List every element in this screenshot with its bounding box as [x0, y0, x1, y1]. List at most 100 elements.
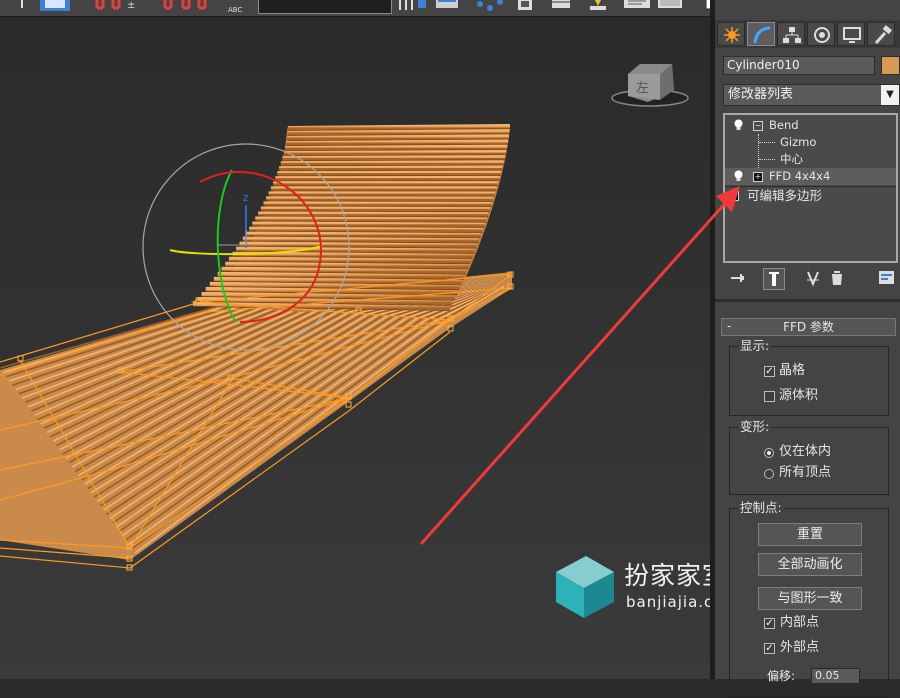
abc-label: ABC	[228, 6, 242, 14]
stack-toolbar	[723, 266, 900, 292]
object-color-swatch[interactable]	[881, 56, 900, 75]
sun-icon	[722, 25, 742, 45]
viewcube-face-label: 左	[636, 81, 649, 96]
backrest-slat	[287, 136, 509, 138]
tab-modify[interactable]	[747, 22, 775, 46]
backrest-slat	[285, 147, 507, 148]
all-vertices-radio[interactable]	[764, 469, 774, 479]
backrest-slat	[246, 234, 481, 236]
tab-display[interactable]	[837, 22, 865, 46]
rollout-ffd-parameters[interactable]: - FFD 参数	[721, 318, 896, 336]
select-tool-icon[interactable]	[18, 0, 26, 12]
offset-label: 偏移:	[767, 667, 795, 684]
stack-subitem-label: Gizmo	[780, 134, 816, 151]
stack-subitem-label: 中心	[780, 151, 803, 168]
stack-item-ffd[interactable]: + FFD 4x4x4	[725, 168, 896, 185]
animate-all-button[interactable]: 全部动画化	[758, 553, 862, 576]
configure-modifier-sets-icon[interactable]	[877, 268, 897, 288]
backrest-slat	[229, 259, 470, 261]
tab-utilities[interactable]	[867, 22, 895, 46]
motion-icon	[812, 25, 832, 45]
render-setup-icon[interactable]	[552, 0, 572, 12]
backrest-slat	[284, 152, 506, 153]
all-vertices-label: 所有顶点	[779, 464, 831, 482]
inside-points-checkbox[interactable]: ✓	[764, 618, 775, 629]
make-unique-icon[interactable]	[805, 268, 825, 288]
render-icon[interactable]	[624, 0, 652, 12]
backrest-slat	[261, 208, 490, 209]
activeshade-icon[interactable]	[658, 0, 684, 12]
backrest-slat	[282, 157, 505, 158]
tab-motion[interactable]	[807, 22, 835, 46]
spinner-snap-icon[interactable]: ABC	[228, 0, 248, 14]
backrest-slat	[264, 203, 492, 204]
backrest-slat	[236, 249, 475, 251]
hammer-icon	[872, 25, 892, 45]
remove-modifier-icon[interactable]	[827, 268, 847, 288]
stack-item-center[interactable]: 中心	[725, 151, 896, 168]
only-in-volume-label: 仅在体内	[779, 443, 831, 461]
group-label: 控制点:	[738, 500, 784, 516]
mirror-icon[interactable]	[398, 0, 428, 12]
named-selection-field[interactable]	[258, 0, 392, 14]
backrest-slat	[252, 224, 484, 225]
curve-icon	[752, 25, 772, 45]
backrest-slat	[288, 126, 510, 128]
display-group: 显示: ✓ 晶格 源体积	[729, 346, 889, 416]
lounger-seat	[0, 272, 512, 560]
reset-button[interactable]: 重置	[758, 523, 862, 546]
snap-toggle-icon[interactable]: ±	[95, 0, 139, 12]
inside-points-label: 内部点	[780, 614, 819, 632]
backrest-slat	[258, 213, 488, 214]
backrest-slat	[281, 162, 504, 163]
lounger-backrest	[190, 126, 510, 312]
stack-item-label: Bend	[769, 117, 799, 134]
conform-to-shape-button[interactable]: 与图形一致	[758, 587, 862, 610]
show-end-result-icon[interactable]	[763, 268, 785, 290]
rollout-title: FFD 参数	[783, 320, 834, 334]
collapse-icon[interactable]: -	[727, 318, 731, 334]
modifier-stack[interactable]: − Bend Gizmo 中心 + FFD 4x4x4 + 可编辑多边形	[723, 113, 898, 263]
angle-snap-icon[interactable]	[163, 0, 213, 12]
stack-item-editable-poly[interactable]: + 可编辑多边形	[725, 186, 896, 204]
object-name-field[interactable]: Cylinder010	[723, 56, 875, 75]
chevron-down-icon[interactable]: ▼	[881, 85, 899, 105]
stack-item-gizmo[interactable]: Gizmo	[725, 134, 896, 151]
panel-separator	[715, 299, 900, 302]
backrest-slat	[249, 229, 482, 230]
stack-item-bend[interactable]: − Bend	[725, 117, 896, 134]
modifier-list-dropdown[interactable]: 修改器列表 ▼	[723, 84, 900, 106]
only-in-volume-radio[interactable]	[764, 448, 774, 458]
tab-create[interactable]	[717, 22, 745, 46]
backrest-slat	[222, 269, 467, 272]
pin-stack-icon[interactable]	[727, 268, 747, 288]
stack-item-label: 可编辑多边形	[747, 187, 822, 204]
source-volume-checkbox[interactable]	[764, 391, 775, 402]
offset-spinner[interactable]: 0.05	[811, 668, 860, 684]
control-points-group: 控制点: 重置 全部动画化 与图形一致 ✓ 内部点 ✓ 外部点	[729, 508, 889, 698]
lattice-label: 晶格	[779, 362, 805, 380]
backrest-slat	[288, 131, 510, 133]
material-editor-icon[interactable]	[518, 0, 534, 12]
lightbulb-icon	[733, 170, 744, 182]
modifier-list-label: 修改器列表	[728, 87, 793, 102]
stack-item-label: FFD 4x4x4	[769, 168, 830, 185]
backrest-slat	[239, 244, 476, 246]
window-crossing-button[interactable]	[40, 0, 70, 12]
command-panel: Cylinder010 修改器列表 ▼ − Bend Gizmo 中心 + FF…	[715, 0, 900, 679]
schematic-icon[interactable]	[476, 0, 506, 12]
lattice-checkbox[interactable]: ✓	[764, 366, 775, 377]
hierarchy-icon	[782, 25, 802, 45]
expand-icon[interactable]: +	[753, 172, 763, 182]
viewcube[interactable]: 左	[612, 64, 688, 106]
expand-icon[interactable]: +	[729, 191, 739, 201]
align-icon[interactable]	[436, 0, 462, 12]
svg-text:±: ±	[127, 0, 135, 11]
render-frame-icon[interactable]	[590, 0, 610, 12]
backrest-slat	[255, 219, 486, 220]
outside-points-checkbox[interactable]: ✓	[764, 643, 775, 654]
gizmo-axis-z-label: Z	[243, 194, 249, 203]
tab-hierarchy[interactable]	[777, 22, 805, 46]
collapse-icon[interactable]: −	[753, 121, 763, 131]
lightbulb-icon	[733, 119, 744, 131]
